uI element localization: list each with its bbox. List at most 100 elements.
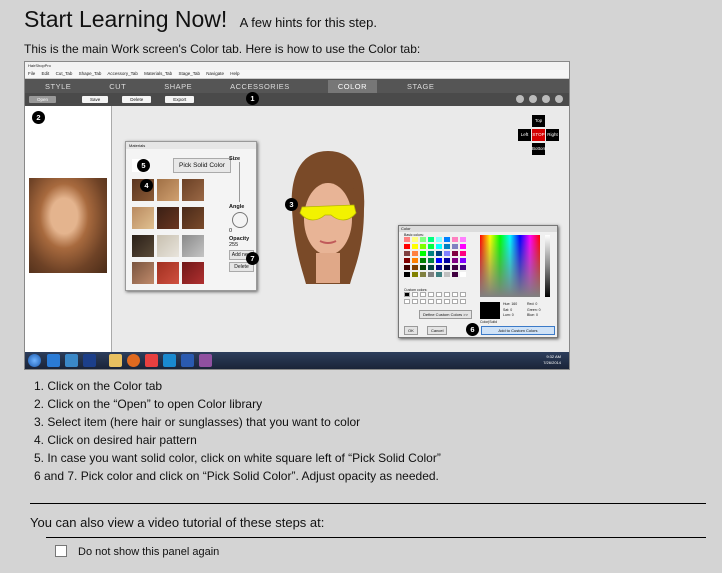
app-icon [65, 354, 78, 367]
menu-item: Accessory_Tab [107, 71, 138, 76]
define-custom-button: Define Custom Colors >> [419, 310, 472, 319]
left-panel [25, 106, 112, 352]
custom-color-swatch [420, 299, 426, 304]
dont-show-checkbox[interactable] [55, 545, 67, 557]
step-item: 6 and 7. Pick color and click on “Pick S… [34, 469, 439, 483]
basic-color-swatch [444, 272, 450, 277]
basic-color-swatch [460, 237, 466, 242]
angle-value: 0 [229, 228, 233, 234]
basic-color-swatch [420, 251, 426, 256]
page-title: Start Learning Now! A few hints for this… [24, 6, 377, 33]
hair-pattern [132, 206, 154, 229]
basic-color-swatch [460, 265, 466, 270]
custom-color-swatch [444, 292, 450, 297]
step-item: 1. Click on the Color tab [34, 379, 163, 393]
intro-text: This is the main Work screen's Color tab… [24, 42, 421, 56]
basic-colors-grid [404, 237, 466, 277]
basic-color-swatch [444, 244, 450, 249]
step-marker: 3 [285, 198, 298, 211]
divider [30, 503, 706, 504]
step-marker: 5 [137, 159, 150, 172]
basic-color-swatch [452, 244, 458, 249]
custom-color-swatch [452, 292, 458, 297]
basic-color-swatch [412, 244, 418, 249]
basic-color-swatch [444, 237, 450, 242]
color-picker-dialog: Color Basic colors: Custom colors: Defin… [398, 225, 558, 338]
step-marker: 6 [466, 323, 479, 336]
step-marker: 7 [246, 252, 259, 265]
step-item: 2. Click on the “Open” to open Color lib… [34, 397, 263, 411]
dont-show-label[interactable]: Do not show this panel again [78, 546, 219, 558]
hair-reference-photo [29, 178, 107, 273]
hair-pattern [182, 234, 204, 257]
basic-color-swatch [444, 251, 450, 256]
custom-color-swatch [404, 299, 410, 304]
custom-color-swatch [436, 292, 442, 297]
zoom-icon [542, 95, 550, 103]
basic-color-swatch [428, 244, 434, 249]
basic-color-swatch [460, 272, 466, 277]
window-title: HairShopPro [25, 62, 569, 70]
add-to-custom-colors-button: Add to Custom Colors [481, 326, 555, 335]
tab-stage: Stage [406, 81, 435, 91]
basic-color-swatch [420, 237, 426, 242]
hsl-fields: Hue: 160 Sat: 0 Lum: 0 [503, 302, 517, 319]
basic-color-swatch [460, 251, 466, 256]
fit-icon [555, 95, 563, 103]
nav-bottom: Bottom [532, 143, 546, 155]
hair-pattern [157, 234, 179, 257]
rgb-fields: Red: 0 Green: 0 Blue: 0 [527, 302, 541, 319]
app-toolbar: Open Save Delete Export [25, 93, 569, 106]
tab-cut: Cut [109, 81, 127, 91]
nav-left: Left [518, 129, 531, 141]
hair-pattern [182, 179, 204, 201]
windows-taskbar: 9:32 AM 7/26/2014 [25, 352, 569, 369]
app-tabs: Style Cut Shape Accessories Color Stage [25, 79, 569, 93]
skype-icon [163, 354, 176, 367]
step-item: 4. Click on desired hair pattern [34, 433, 197, 447]
basic-color-swatch [428, 251, 434, 256]
basic-color-swatch [452, 272, 458, 277]
firefox-icon [127, 354, 140, 367]
basic-color-swatch [444, 258, 450, 263]
basic-color-swatch [404, 272, 410, 277]
hair-pattern [132, 234, 154, 257]
step-marker: 1 [246, 92, 259, 105]
delete-button: Delete [122, 96, 152, 103]
hair-pattern-grid [132, 179, 206, 287]
custom-color-swatch [412, 292, 418, 297]
basic-color-swatch [436, 272, 442, 277]
color-spectrum [480, 235, 540, 297]
blue-field: Blue: 0 [527, 313, 538, 317]
view-tools [516, 95, 563, 103]
start-icon [28, 354, 41, 367]
hair-pattern [132, 262, 154, 285]
basic-color-swatch [412, 265, 418, 270]
custom-color-swatch [460, 299, 466, 304]
menu-item: Stage_Tab [178, 71, 200, 76]
basic-color-swatch [404, 258, 410, 263]
basic-color-swatch [428, 258, 434, 263]
basic-color-swatch [412, 272, 418, 277]
basic-color-swatch [436, 265, 442, 270]
menu-item: Materials_Tab [144, 71, 173, 76]
menu-item: File [28, 71, 36, 76]
materials-title: Materials [126, 142, 256, 149]
open-button: Open [29, 96, 57, 103]
basic-color-swatch [452, 237, 458, 242]
subtitle-text: A few hints for this step. [239, 15, 377, 30]
basic-color-swatch [412, 251, 418, 256]
hair-pattern [157, 262, 179, 285]
basic-color-swatch [436, 258, 442, 263]
custom-color-swatch [420, 292, 426, 297]
rotate-icon [529, 95, 537, 103]
nav-stop: STOP [532, 129, 545, 141]
folder-icon [109, 354, 122, 367]
tab-color: Color [327, 79, 377, 93]
size-slider [239, 162, 254, 202]
basic-color-swatch [436, 251, 442, 256]
tab-accessories: Accessories [230, 81, 290, 91]
menu-bar: File Edit Cut_Tab Shape_Tab Accessory_Ta… [25, 70, 569, 79]
taskbar-clock: 9:32 AM 7/26/2014 [543, 354, 561, 366]
tab-style: Style [45, 81, 72, 91]
